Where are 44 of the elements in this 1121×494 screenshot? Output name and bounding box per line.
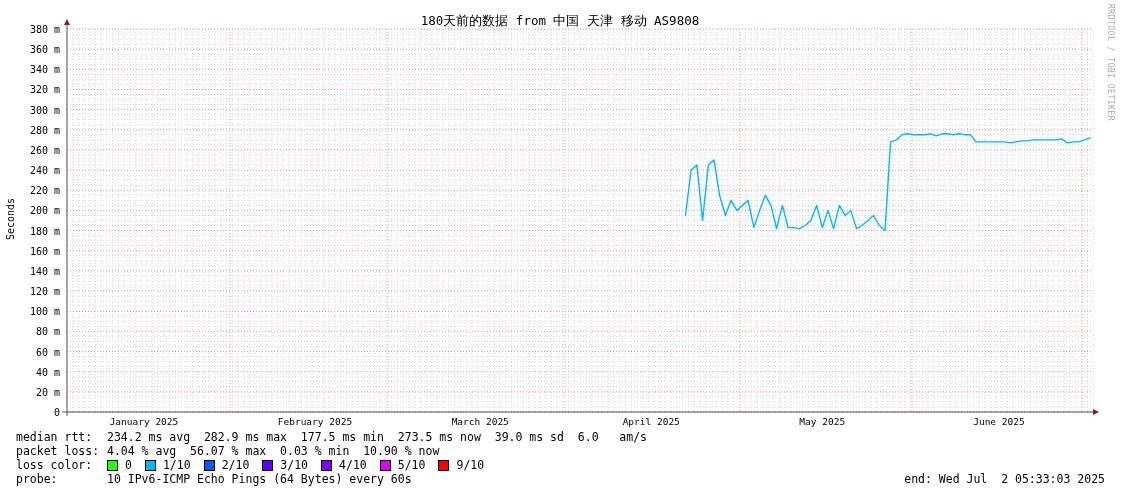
chart-title: 180天前的数据 from 中国 天津 移动 AS9808 — [420, 13, 700, 28]
tick-label: 80 m — [35, 326, 60, 338]
tick-label: 40 m — [35, 366, 60, 378]
loss-label: 3/10 — [280, 458, 309, 472]
loss-label: 2/10 — [221, 458, 250, 472]
credit-text: RRDTOOL / TOBI OETIKER — [1106, 4, 1115, 121]
month-label: April 2025 — [622, 416, 680, 427]
tick-label: 260 m — [29, 144, 60, 156]
end-time: end: Wed Jul 2 05:33:03 2025 — [904, 472, 1105, 486]
month-label: June 2025 — [973, 416, 1025, 427]
tick-label: 380 m — [29, 24, 60, 35]
month-label: March 2025 — [451, 416, 509, 427]
tick-label: 180 m — [29, 225, 60, 237]
tick-label: 340 m — [29, 64, 60, 76]
loss-label: 1/10 — [162, 458, 191, 472]
tick-label: 240 m — [29, 165, 60, 177]
month-label: May 2025 — [799, 416, 846, 427]
tick-label: 320 m — [29, 84, 60, 96]
loss-label: 4/10 — [339, 458, 367, 472]
tick-label: 300 m — [29, 104, 60, 116]
tick-label: 20 m — [35, 386, 60, 398]
tick-label: 140 m — [29, 265, 60, 277]
tick-label: 280 m — [29, 124, 60, 136]
tick-label: 120 m — [29, 286, 60, 298]
legend-label: loss color: — [16, 458, 94, 472]
tick-label: 160 m — [29, 245, 60, 257]
legend-label: probe: — [16, 472, 59, 486]
loss-label: 0 — [125, 458, 132, 472]
tick-label: 200 m — [29, 205, 60, 217]
probe-text: 10 IPv6-ICMP Echo Pings (64 Bytes) every 60s — [107, 472, 412, 486]
month-label: February 2025 — [277, 416, 353, 427]
tick-label: 60 m — [35, 346, 60, 358]
legend-text: 234.2 ms avg 282.9 ms max 177.5 ms min 273.5 ms now 39.0 ms sd 6.0 am/s — [107, 430, 648, 444]
legend-text: 4.04 % avg 56.07 % max 0.03 % min 10.90 % now — [107, 444, 440, 458]
tick-label: 100 m — [29, 306, 60, 318]
axis-title: Seconds — [5, 197, 16, 241]
loss-label: 5/10 — [397, 458, 426, 472]
legend-label: packet loss: — [16, 444, 101, 458]
loss-label: 9/10 — [456, 458, 485, 472]
legend-label: median rtt: — [16, 430, 94, 444]
tick-label: 220 m — [29, 185, 60, 197]
month-label: January 2025 — [109, 416, 179, 427]
tick-label: 360 m — [29, 44, 60, 56]
tick-label: 0 — [53, 407, 60, 418]
